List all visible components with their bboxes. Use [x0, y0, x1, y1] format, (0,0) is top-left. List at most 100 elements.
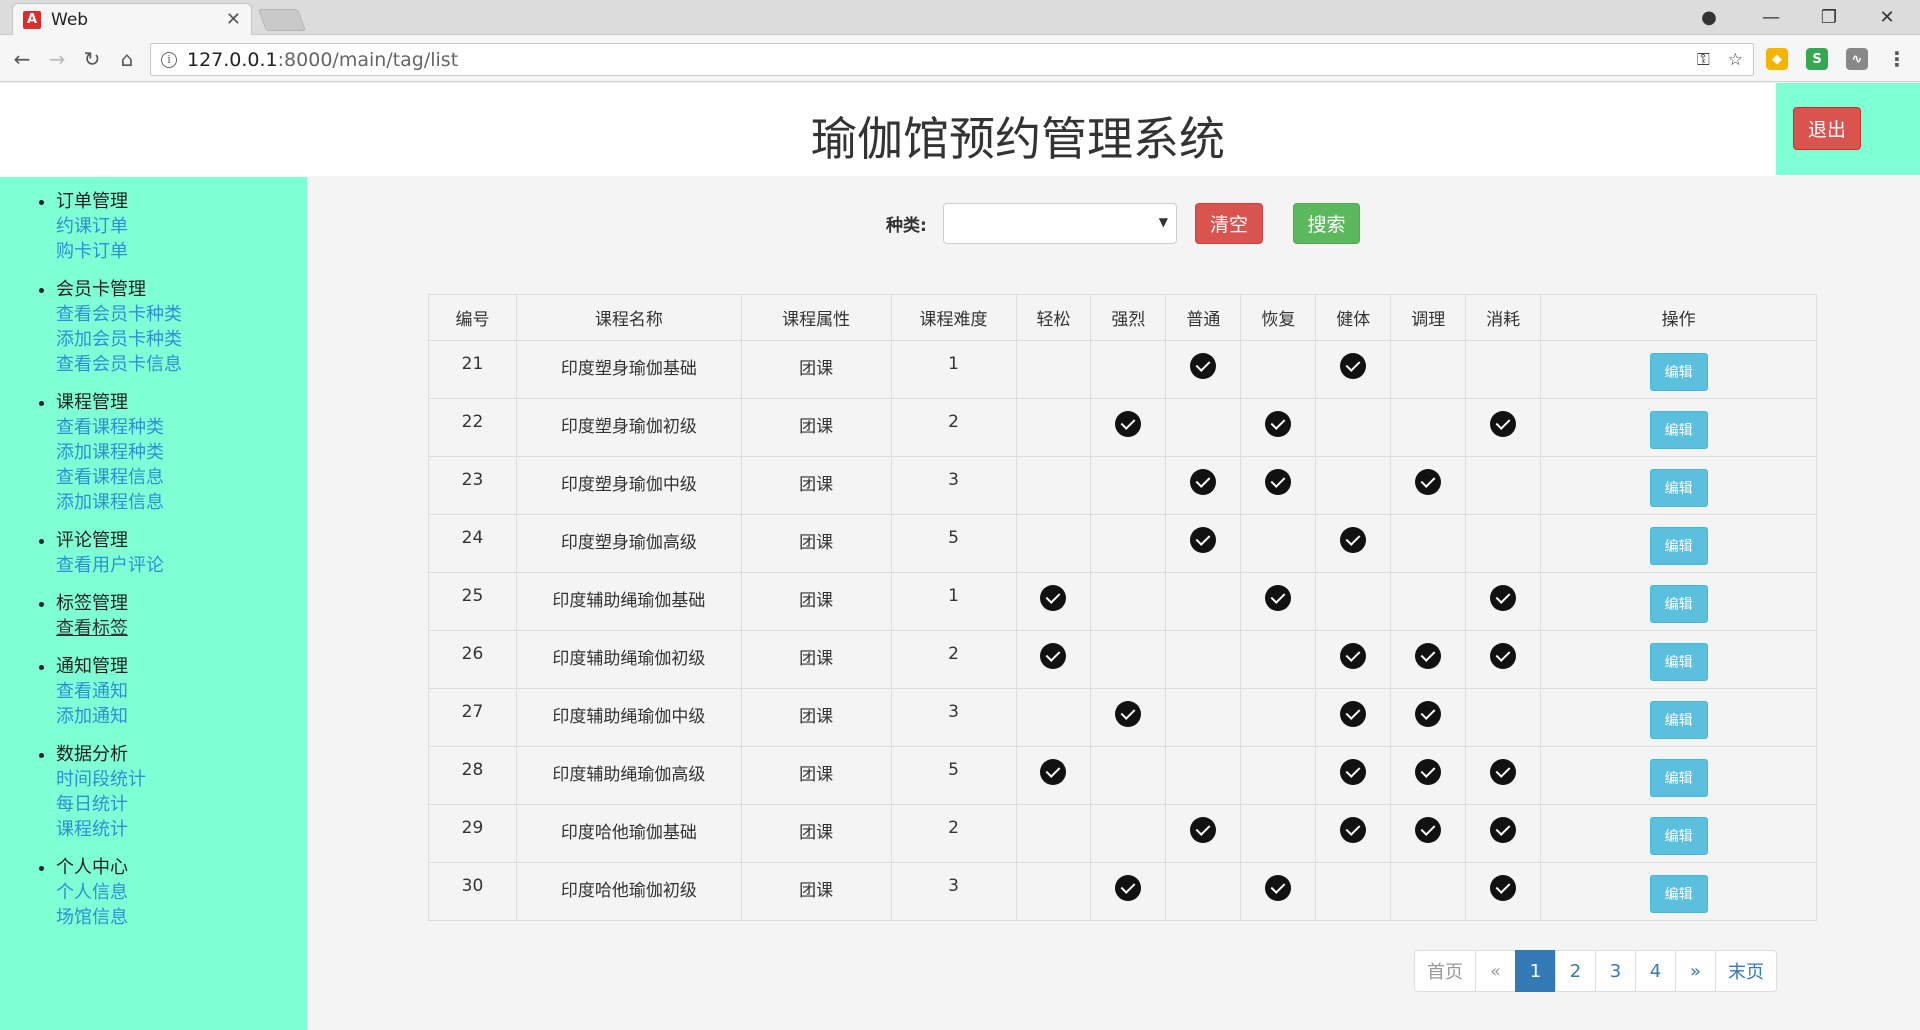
search-button[interactable]: 搜索 — [1293, 203, 1360, 244]
edit-button[interactable]: 编辑 — [1649, 353, 1708, 391]
browser-tab[interactable]: A Web ✕ — [12, 3, 252, 35]
extension-s-icon[interactable]: S — [1806, 48, 1828, 70]
edit-button[interactable]: 编辑 — [1649, 585, 1708, 623]
cell-tag — [1390, 688, 1467, 747]
bookmark-star-icon[interactable]: ☆ — [1728, 50, 1743, 70]
cell-tag — [1390, 456, 1467, 515]
edit-button[interactable]: 编辑 — [1649, 701, 1708, 739]
cell-course-name: 印度辅助绳瑜伽基础 — [515, 572, 742, 631]
table-body: 21 印度塑身瑜伽基础 团课 1 编辑 22 印度塑身瑜伽初级 团课 2 编辑 23 印度塑身瑜伽中级… — [428, 340, 1817, 921]
cell-id: 29 — [428, 804, 517, 863]
category-label: 种类: — [886, 216, 927, 236]
check-circle-icon — [1115, 701, 1142, 727]
column-header: 健体 — [1315, 294, 1392, 341]
extension-colorful-icon[interactable]: ◆ — [1766, 48, 1788, 70]
page-number-button[interactable]: 2 — [1555, 950, 1596, 992]
restore-icon[interactable]: ❐ — [1806, 0, 1852, 35]
edit-button[interactable]: 编辑 — [1649, 875, 1708, 913]
cell-id: 25 — [428, 572, 517, 631]
edit-button[interactable]: 编辑 — [1649, 817, 1708, 855]
column-header: 强烈 — [1090, 294, 1167, 341]
sidebar-group-title: 标签管理 — [56, 593, 128, 614]
edit-button[interactable]: 编辑 — [1649, 469, 1708, 507]
column-header: 课程属性 — [740, 294, 892, 341]
table-row: 30 印度哈他瑜伽初级 团课 3 编辑 — [428, 862, 1817, 921]
page-prev-button[interactable]: « — [1475, 950, 1516, 992]
sidebar-submenu: 查看标签 — [56, 616, 307, 641]
clear-button[interactable]: 清空 — [1195, 203, 1263, 244]
page-next-button[interactable]: » — [1675, 950, 1716, 992]
forward-icon[interactable]: → — [44, 46, 70, 72]
sidebar-group: 数据分析时间段统计每日统计课程统计 — [56, 742, 307, 842]
cell-course-name: 印度哈他瑜伽基础 — [515, 804, 742, 863]
sidebar-link[interactable]: 查看课程种类 — [56, 415, 307, 440]
column-header: 消耗 — [1465, 294, 1542, 341]
logout-area: 退出 — [1776, 83, 1920, 175]
sidebar-link[interactable]: 个人信息 — [56, 880, 307, 905]
profile-icon[interactable]: ● — [1686, 0, 1732, 35]
edit-button[interactable]: 编辑 — [1649, 411, 1708, 449]
tab-close-icon[interactable]: ✕ — [226, 9, 241, 30]
page-number-button[interactable]: 4 — [1635, 950, 1676, 992]
cell-difficulty: 3 — [890, 688, 1017, 747]
sidebar-link[interactable]: 添加会员卡种类 — [56, 327, 307, 352]
cell-tag — [1090, 746, 1167, 805]
page-number-button[interactable]: 3 — [1595, 950, 1636, 992]
cell-tag — [1015, 398, 1092, 457]
sidebar-link[interactable]: 每日统计 — [56, 792, 307, 817]
sidebar-link[interactable]: 添加通知 — [56, 704, 307, 729]
page-first-button[interactable]: 首页 — [1414, 950, 1476, 992]
cell-difficulty: 5 — [890, 746, 1017, 805]
sidebar-link[interactable]: 查看通知 — [56, 679, 307, 704]
cell-course-name: 印度辅助绳瑜伽初级 — [515, 630, 742, 689]
cell-tag — [1015, 746, 1092, 805]
table-row: 27 印度辅助绳瑜伽中级 团课 3 编辑 — [428, 688, 1817, 747]
site-info-icon[interactable]: i — [161, 51, 177, 68]
course-tag-table: 编号 课程名称 课程属性 课程难度 轻松 强烈 普通 恢复 健体 调理 消耗 操作 21 印度塑身瑜伽基… — [428, 294, 1817, 921]
sidebar-link[interactable]: 时间段统计 — [56, 767, 307, 792]
cell-tag — [1240, 572, 1317, 631]
minimize-icon[interactable]: — — [1748, 0, 1794, 35]
key-icon[interactable]: ⚿ — [1697, 50, 1710, 70]
sidebar-link[interactable]: 添加课程种类 — [56, 440, 307, 465]
cell-tag — [1465, 804, 1542, 863]
cell-tag — [1240, 456, 1317, 515]
edit-button[interactable]: 编辑 — [1649, 527, 1708, 565]
new-tab-button[interactable] — [257, 9, 307, 31]
category-select[interactable]: ▼ — [943, 203, 1177, 244]
sidebar-link[interactable]: 查看会员卡信息 — [56, 352, 307, 377]
sidebar-link[interactable]: 查看标签 — [56, 616, 307, 641]
chevron-down-icon: ▼ — [1158, 215, 1168, 229]
sidebar-link[interactable]: 课程统计 — [56, 817, 307, 842]
check-circle-icon — [1415, 817, 1442, 843]
cell-actions: 编辑 — [1540, 456, 1817, 515]
cell-tag — [1165, 340, 1242, 399]
home-icon[interactable]: ⌂ — [114, 46, 140, 72]
column-header: 普通 — [1165, 294, 1242, 341]
browser-menu-icon[interactable]: ⋮ — [1886, 47, 1908, 71]
page-last-button[interactable]: 末页 — [1715, 950, 1777, 992]
check-circle-icon — [1265, 875, 1292, 901]
edit-button[interactable]: 编辑 — [1649, 643, 1708, 681]
cell-course-name: 印度辅助绳瑜伽高级 — [515, 746, 742, 805]
cell-attribute: 团课 — [740, 862, 892, 921]
extension-chart-icon[interactable]: ∿ — [1846, 48, 1868, 70]
page-number-button[interactable]: 1 — [1515, 950, 1556, 992]
sidebar-link[interactable]: 添加课程信息 — [56, 490, 307, 515]
cell-course-name: 印度辅助绳瑜伽中级 — [515, 688, 742, 747]
sidebar-link[interactable]: 查看用户评论 — [56, 553, 307, 578]
check-circle-icon — [1415, 701, 1442, 727]
sidebar-link[interactable]: 场馆信息 — [56, 905, 307, 930]
url-bar[interactable]: i 127.0.0.1:8000/main/tag/list ⚿ ☆ — [150, 43, 1754, 76]
table-row: 25 印度辅助绳瑜伽基础 团课 1 编辑 — [428, 572, 1817, 631]
back-icon[interactable]: ← — [9, 46, 35, 72]
column-header: 编号 — [428, 294, 517, 341]
sidebar-link[interactable]: 约课订单 — [56, 214, 307, 239]
sidebar-link[interactable]: 购卡订单 — [56, 239, 307, 264]
sidebar-link[interactable]: 查看课程信息 — [56, 465, 307, 490]
edit-button[interactable]: 编辑 — [1649, 759, 1708, 797]
window-close-icon[interactable]: ✕ — [1864, 0, 1910, 35]
reload-icon[interactable]: ↻ — [79, 46, 105, 72]
sidebar-link[interactable]: 查看会员卡种类 — [56, 302, 307, 327]
logout-button[interactable]: 退出 — [1793, 107, 1861, 150]
